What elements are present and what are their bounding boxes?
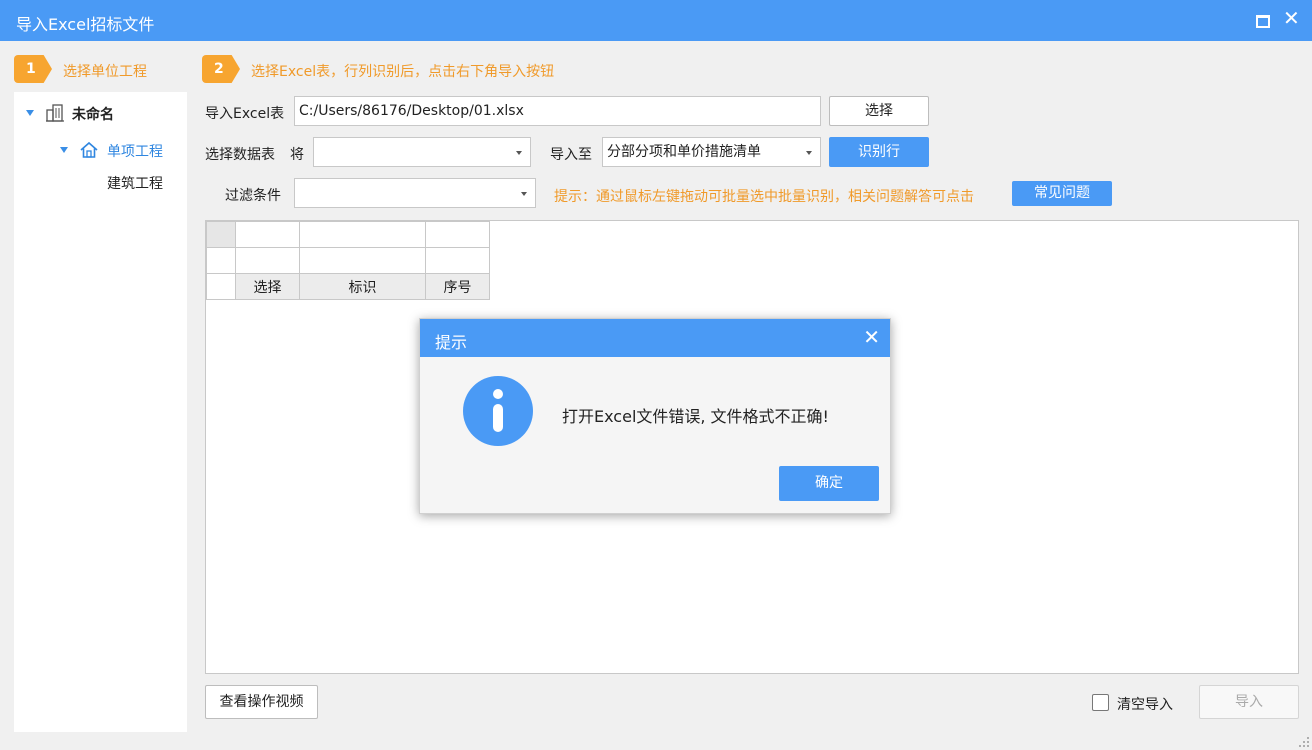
- window-title: 导入Excel招标文件: [16, 15, 155, 34]
- chevron-down-icon[interactable]: [806, 151, 812, 155]
- grid-header-mark[interactable]: 标识: [299, 273, 426, 300]
- chevron-down-icon[interactable]: [60, 147, 68, 153]
- grid-cell[interactable]: [235, 247, 300, 274]
- chevron-down-icon[interactable]: [521, 192, 527, 196]
- tree-item-child-label: 单项工程: [107, 144, 163, 160]
- grid-cell[interactable]: [299, 221, 426, 248]
- import-to-select[interactable]: 分部分项和单价措施清单: [602, 137, 821, 167]
- clear-import-checkbox[interactable]: [1092, 694, 1109, 711]
- clear-import-label: 清空导入: [1117, 697, 1173, 713]
- filter-label: 过滤条件: [225, 188, 281, 204]
- building-icon: [46, 104, 64, 122]
- view-video-button[interactable]: 查看操作视频: [205, 685, 318, 719]
- filter-select[interactable]: [294, 178, 536, 208]
- grid-header-seq[interactable]: 序号: [425, 273, 490, 300]
- grid-header-select[interactable]: 选择: [235, 273, 300, 300]
- import-button[interactable]: 导入: [1199, 685, 1299, 719]
- sheet-prefix: 将: [290, 147, 304, 163]
- tree-item-root-label: 未命名: [72, 107, 114, 123]
- grid-cell[interactable]: [235, 221, 300, 248]
- chevron-down-icon[interactable]: [26, 110, 34, 116]
- grid-table: 选择 标识 序号: [206, 221, 490, 300]
- faq-button[interactable]: 常见问题: [1012, 181, 1112, 206]
- excel-label: 导入Excel表: [205, 106, 285, 122]
- window-titlebar: 导入Excel招标文件 ✕: [0, 0, 1312, 41]
- grid-cell[interactable]: [425, 247, 490, 274]
- dialog-header: 提示 ✕: [420, 319, 890, 357]
- tree-item-leaf[interactable]: 建筑工程: [107, 173, 163, 193]
- dialog-message: 打开Excel文件错误, 文件格式不正确!: [562, 407, 829, 426]
- chevron-down-icon[interactable]: [516, 151, 522, 155]
- info-icon: [463, 376, 533, 446]
- import-to-label: 导入至: [550, 147, 592, 163]
- home-icon: [80, 141, 98, 158]
- grid-cell[interactable]: [299, 247, 426, 274]
- resize-grip-icon[interactable]: [1298, 736, 1310, 748]
- identify-rows-button[interactable]: 识别行: [829, 137, 929, 167]
- step-1-badge: 1: [14, 55, 52, 83]
- maximize-icon[interactable]: [1254, 12, 1270, 28]
- close-icon[interactable]: ✕: [863, 327, 880, 347]
- choose-button[interactable]: 选择: [829, 96, 929, 126]
- sheet-label: 选择数据表: [205, 147, 275, 163]
- grid-cell[interactable]: [206, 247, 236, 274]
- dialog-title: 提示: [435, 333, 468, 352]
- hint-text: 提示：通过鼠标左键拖动可批量选中批量识别，相关问题解答可点击: [554, 189, 974, 205]
- grid-corner[interactable]: [206, 221, 236, 248]
- step-2-badge: 2: [202, 55, 240, 83]
- message-dialog: 提示 ✕ 打开Excel文件错误, 文件格式不正确! 确定: [419, 318, 891, 514]
- grid-cell[interactable]: [206, 273, 236, 300]
- project-tree: 未命名 单项工程 建筑工程: [14, 92, 187, 732]
- grid-cell[interactable]: [425, 221, 490, 248]
- close-icon[interactable]: ✕: [1283, 8, 1300, 28]
- step-2-label: 选择Excel表，行列识别后，点击右下角导入按钮: [251, 64, 555, 80]
- step-1-label: 选择单位工程: [63, 64, 147, 80]
- ok-button[interactable]: 确定: [779, 466, 879, 501]
- excel-path-field[interactable]: C:/Users/86176/Desktop/01.xlsx: [294, 96, 821, 126]
- import-to-select-value: 分部分项和单价措施清单: [607, 144, 761, 160]
- sheet-select[interactable]: [313, 137, 531, 167]
